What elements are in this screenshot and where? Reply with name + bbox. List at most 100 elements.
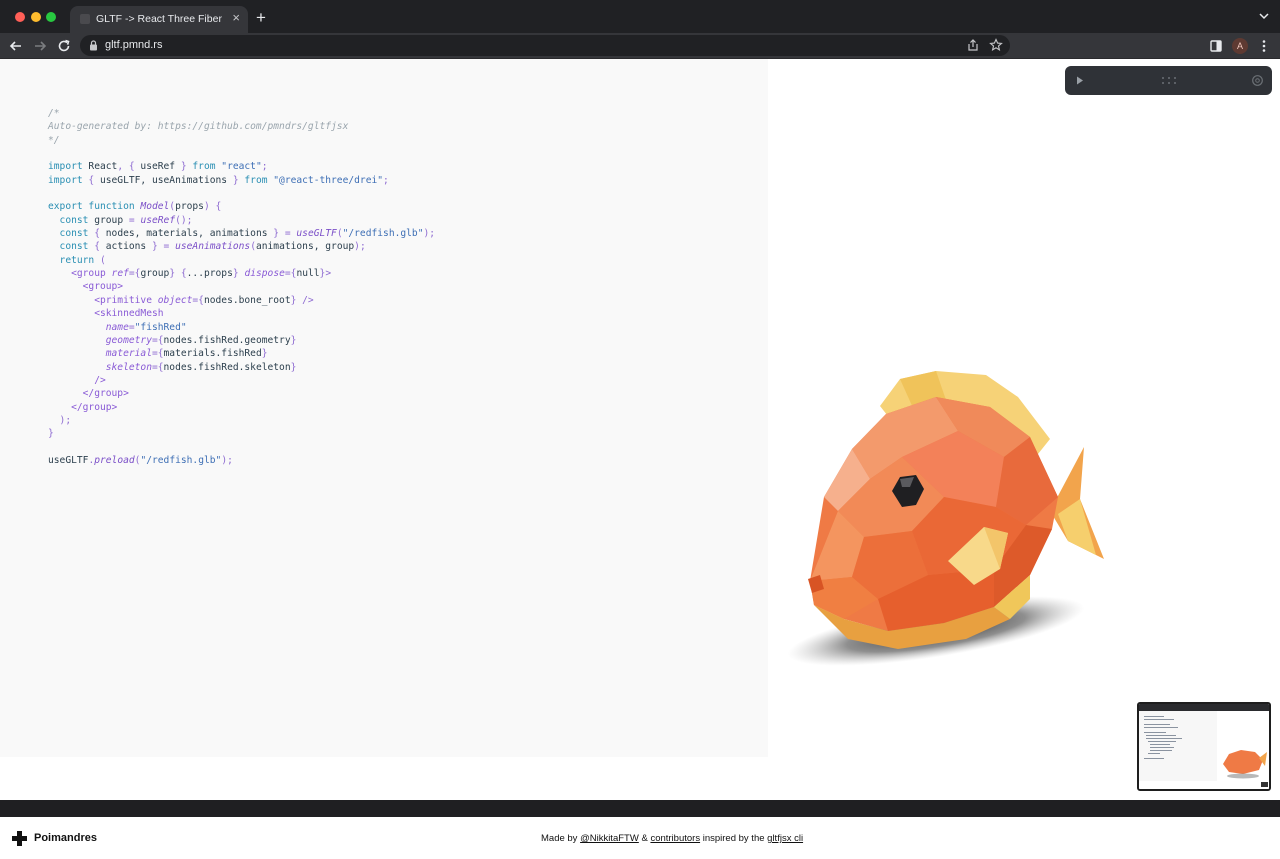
fish-model[interactable] — [768, 59, 1280, 757]
code-token: import — [48, 161, 83, 173]
code-line: import { useGLTF, useAnimations } from "… — [48, 174, 435, 187]
browser-tab[interactable]: GLTF -> React Three Fiber × — [70, 6, 248, 33]
code-token: skeleton — [48, 361, 152, 373]
code-token: Model — [134, 201, 170, 213]
code-token: } — [290, 334, 297, 346]
code-token: ); — [423, 228, 436, 240]
code-token: { — [88, 228, 106, 240]
code-token: "/redfish.glb" — [140, 454, 222, 466]
window-close-button[interactable] — [15, 12, 25, 22]
drag-grip-icon[interactable] — [1161, 76, 1177, 85]
code-token: } — [232, 268, 245, 280]
code-line: <group> — [48, 280, 435, 293]
code-line: </group> — [48, 401, 435, 414]
code-token: <primitive — [48, 294, 152, 306]
code-token: animations, group — [255, 241, 355, 253]
screenshot-thumbnail[interactable] — [1137, 702, 1271, 791]
code-token: object — [151, 294, 193, 306]
kebab-menu-icon[interactable] — [1255, 37, 1273, 55]
tab-favicon-icon — [80, 14, 90, 24]
code-line: ); — [48, 414, 435, 427]
tab-title: GLTF -> React Three Fiber — [96, 13, 222, 25]
code-token: preload — [94, 454, 135, 466]
generated-code[interactable]: /* Auto-generated by: https://github.com/… — [48, 107, 435, 467]
code-token: null — [296, 268, 320, 280]
code-token: dispose — [244, 268, 285, 280]
code-line: skeleton={nodes.fishRed.skeleton} — [48, 361, 435, 374]
forward-arrow-icon[interactable] — [31, 37, 49, 55]
code-line: Auto-generated by: https://github.com/pm… — [48, 120, 435, 133]
lock-icon[interactable] — [89, 40, 98, 51]
code-token: ) { — [203, 201, 222, 213]
code-token: ={ — [151, 334, 164, 346]
code-token: } — [261, 348, 268, 360]
code-token: ={ — [128, 268, 141, 280]
code-token: { — [88, 241, 106, 253]
new-tab-button[interactable]: + — [256, 9, 266, 26]
code-line: */ — [48, 134, 435, 147]
code-line: import React, { useRef } from "react"; — [48, 160, 435, 173]
code-line: } — [48, 427, 435, 440]
code-token: name — [48, 321, 129, 333]
contributors-link[interactable]: contributors — [650, 833, 700, 844]
code-token: <group> — [48, 281, 124, 293]
poimandres-logo-icon[interactable] — [12, 831, 27, 846]
code-token: ; — [383, 174, 389, 186]
code-token: } { — [169, 268, 187, 280]
window-maximize-button[interactable] — [46, 12, 56, 22]
address-bar[interactable]: gltf.pmnd.rs — [80, 35, 1010, 56]
profile-avatar[interactable]: A — [1232, 38, 1248, 54]
code-token: materials.fishRed — [163, 348, 262, 360]
page: /* Auto-generated by: https://github.com/… — [0, 59, 1280, 859]
code-token: } /> — [290, 294, 314, 306]
code-pane: /* Auto-generated by: https://github.com/… — [0, 59, 768, 757]
3d-viewer-canvas[interactable] — [768, 59, 1280, 757]
reload-icon[interactable] — [55, 37, 73, 55]
share-icon[interactable] — [966, 38, 980, 52]
play-icon[interactable] — [1076, 76, 1084, 85]
bookmark-star-icon[interactable] — [989, 38, 1003, 52]
code-token: nodes.fishRed.geometry — [163, 334, 291, 346]
code-token: geometry — [48, 334, 152, 346]
gltfjsx-cli-link[interactable]: gltfjsx cli — [767, 833, 803, 844]
side-panel-icon[interactable] — [1207, 37, 1225, 55]
search-icon[interactable] — [1251, 74, 1264, 87]
code-token: group — [140, 268, 170, 280]
code-token: } = — [267, 228, 297, 240]
code-line: geometry={nodes.fishRed.geometry} — [48, 334, 435, 347]
author-link[interactable]: @NikkitaFTW — [580, 833, 639, 844]
code-token: const — [48, 214, 89, 226]
code-token: ; — [261, 161, 268, 173]
code-token: <skinnedMesh — [48, 308, 164, 320]
code-line: const { nodes, materials, animations } =… — [48, 227, 436, 240]
code-line: </group> — [48, 387, 435, 400]
code-token: from — [244, 174, 268, 186]
code-line: return ( — [48, 254, 435, 267]
code-token: useGLTF — [296, 228, 337, 240]
code-token: ref — [105, 268, 129, 280]
url-text[interactable]: gltf.pmnd.rs — [105, 39, 162, 51]
code-token: } — [290, 361, 297, 373]
code-token: nodes, materials, animations — [105, 228, 268, 240]
code-token: const — [48, 241, 89, 253]
code-token: nodes.fishRed.skeleton — [163, 361, 291, 373]
window-minimize-button[interactable] — [31, 12, 41, 22]
code-token: ...props — [186, 268, 233, 280]
code-token: */ — [48, 134, 60, 146]
tab-close-icon[interactable]: × — [232, 11, 240, 25]
tab-search-chevron-icon[interactable] — [1258, 10, 1270, 22]
code-token: ={ — [151, 348, 164, 360]
leva-control-panel[interactable] — [1065, 66, 1272, 95]
brand-name[interactable]: Poimandres — [34, 832, 97, 844]
back-arrow-icon[interactable] — [7, 37, 25, 55]
code-token: </group> — [48, 388, 129, 400]
code-token: { — [82, 174, 100, 186]
code-token: from — [192, 161, 216, 173]
code-line: <primitive object={nodes.bone_root} /> — [48, 294, 435, 307]
credits: Made by @NikkitaFTW & contributors inspi… — [541, 833, 803, 844]
code-token: "fishRed" — [134, 321, 187, 333]
code-token: props — [175, 201, 204, 213]
code-token: useGLTF, useAnimations — [99, 174, 228, 186]
